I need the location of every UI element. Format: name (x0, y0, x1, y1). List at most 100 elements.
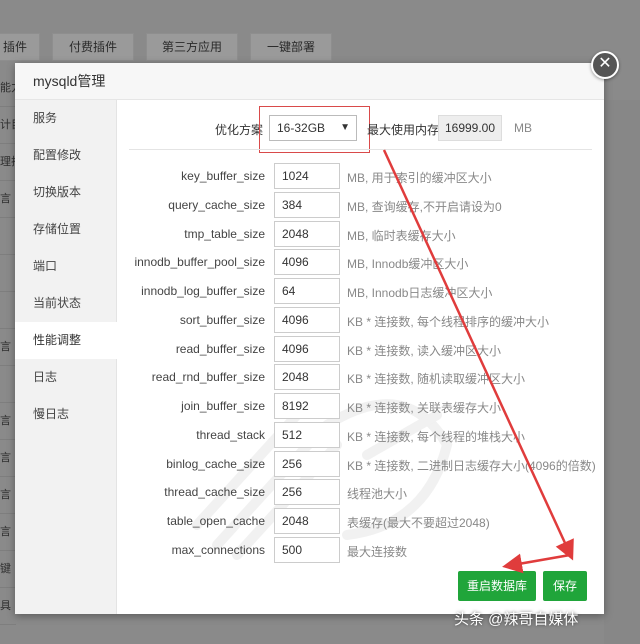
param-name: innodb_log_buffer_size (141, 284, 265, 298)
background-sidebar: 能力 计目 理排 言 言 言 言 言 言 键 具 (0, 70, 16, 625)
param-row: query_cache_size 384 MB, 查询缓存,不开启请设为0 (117, 191, 604, 220)
param-input[interactable]: 512 (274, 421, 340, 448)
background-sidebar-item: 言 (0, 514, 16, 551)
watermark-text: 头条 @辣哥自媒体 (454, 611, 579, 628)
param-row: key_buffer_size 1024 MB, 用于索引的缓冲区大小 (117, 162, 604, 191)
param-description: KB * 连接数, 每个线程排序的缓冲大小 (347, 314, 550, 329)
background-sidebar-item: 理排 (0, 144, 16, 181)
param-input[interactable]: 256 (274, 450, 340, 477)
param-row: tmp_table_size 2048 MB, 临时表缓存大小 (117, 220, 604, 249)
param-description: MB, Innodb缓冲区大小 (347, 257, 469, 272)
nav-item-storage[interactable]: 存储位置 (15, 211, 116, 248)
param-row: innodb_log_buffer_size 64 MB, Innodb日志缓冲… (117, 277, 604, 306)
dialog-side-nav: 服务 配置修改 切换版本 存储位置 端口 当前状态 性能调整 日志 慢日志 (15, 100, 117, 614)
param-row: innodb_buffer_pool_size 4096 MB, Innodb缓… (117, 248, 604, 277)
restart-database-button[interactable]: 重启数据库 (458, 571, 536, 601)
nav-item-service[interactable]: 服务 (15, 100, 116, 137)
background-sidebar-item: 键 (0, 551, 16, 588)
param-row: join_buffer_size 8192 KB * 连接数, 关联表缓存大小 (117, 392, 604, 421)
param-name: table_open_cache (166, 514, 265, 528)
param-input[interactable]: 2048 (274, 220, 340, 247)
background-sidebar-item: 言 (0, 477, 16, 514)
param-row: thread_cache_size 256 线程池大小 (117, 478, 604, 507)
param-name: key_buffer_size (181, 169, 265, 183)
background-sidebar-item: 计目 (0, 107, 16, 144)
param-input[interactable]: 64 (274, 278, 340, 304)
nav-item-log[interactable]: 日志 (15, 359, 116, 396)
divider (129, 149, 592, 150)
param-input[interactable]: 256 (274, 479, 340, 506)
param-name: binlog_cache_size (166, 456, 265, 471)
param-description: KB * 连接数, 读入缓冲区大小 (347, 343, 502, 358)
nav-item-slow-log[interactable]: 慢日志 (15, 396, 116, 433)
param-input[interactable]: 500 (274, 536, 340, 563)
param-row: max_connections 500 最大连接数 (117, 536, 604, 565)
param-name: thread_cache_size (164, 485, 265, 500)
background-tab: 一键部署 (250, 33, 332, 61)
param-row: sort_buffer_size 4096 KB * 连接数, 每个线程排序的缓… (117, 306, 604, 335)
background-tab-bar: 插件 付费插件 第三方应用 一键部署 (0, 30, 640, 62)
background-sidebar-item: 具 (0, 588, 16, 625)
background-sidebar-item: 言 (0, 181, 16, 218)
max-memory-label: 最大使用内存 (367, 123, 440, 137)
background-sidebar-item: 言 (0, 440, 16, 477)
background-sidebar-item: 言 (0, 329, 16, 366)
nav-item-port[interactable]: 端口 (15, 248, 116, 285)
param-input[interactable]: 4096 (274, 249, 340, 276)
nav-item-status[interactable]: 当前状态 (15, 285, 116, 322)
background-sidebar-item (0, 255, 16, 292)
param-description: MB, 临时表缓存大小 (347, 228, 456, 243)
param-row: table_open_cache 2048 表缓存(最大不要超过2048) (117, 507, 604, 536)
param-description: 线程池大小 (347, 487, 408, 502)
mysql-manage-dialog: mysqld管理 服务 配置修改 切换版本 存储位置 端口 当前状态 性能调整 … (15, 63, 604, 614)
param-name: tmp_table_size (184, 226, 265, 241)
param-name: read_buffer_size (175, 341, 265, 356)
param-name: query_cache_size (168, 197, 265, 212)
scheme-label: 优化方案 (215, 123, 264, 137)
param-description: KB * 连接数, 每个线程的堆栈大小 (347, 429, 526, 444)
param-row: binlog_cache_size 256 KB * 连接数, 二进制日志缓存大… (117, 450, 604, 479)
max-memory-field: 16999.00 (438, 115, 502, 141)
background-sidebar-item: 言 (0, 403, 16, 440)
param-description: KB * 连接数, 关联表缓存大小 (347, 401, 502, 415)
background-tab: 第三方应用 (146, 33, 238, 61)
param-row: read_rnd_buffer_size 2048 KB * 连接数, 随机读取… (117, 363, 604, 392)
max-memory-unit: MB (514, 121, 532, 135)
param-description: MB, Innodb日志缓冲区大小 (347, 286, 493, 300)
background-tab: 付费插件 (52, 33, 134, 61)
param-list: key_buffer_size 1024 MB, 用于索引的缓冲区大小 quer… (117, 162, 604, 565)
nav-item-performance[interactable]: 性能调整 (15, 322, 117, 359)
param-input[interactable]: 384 (274, 191, 340, 218)
param-name: join_buffer_size (181, 399, 265, 413)
param-name: max_connections (171, 542, 265, 557)
nav-item-config[interactable]: 配置修改 (15, 137, 116, 174)
param-name: read_rnd_buffer_size (151, 370, 265, 385)
scheme-row: 优化方案 16-32GB ▼ 最大使用内存 16999.00 MB (117, 106, 604, 153)
background-right-panel (604, 100, 640, 644)
param-input[interactable]: 4096 (274, 306, 340, 333)
param-input[interactable]: 4096 (274, 335, 340, 362)
background-tab: 插件 (0, 33, 40, 61)
close-icon[interactable]: ✕ (591, 51, 619, 79)
param-description: KB * 连接数, 二进制日志缓存大小(4096的倍数) (347, 458, 596, 473)
param-input[interactable]: 8192 (274, 393, 340, 419)
param-name: thread_stack (196, 427, 265, 442)
background-sidebar-item (0, 292, 16, 329)
param-input[interactable]: 1024 (274, 163, 340, 189)
highlight-box (259, 106, 370, 153)
dialog-title: mysqld管理 (15, 63, 604, 100)
param-row: read_buffer_size 4096 KB * 连接数, 读入缓冲区大小 (117, 335, 604, 364)
background-sidebar-item (0, 218, 16, 255)
param-input[interactable]: 2048 (274, 508, 340, 534)
param-input[interactable]: 2048 (274, 364, 340, 391)
param-description: MB, 用于索引的缓冲区大小 (347, 171, 492, 185)
nav-item-switch-version[interactable]: 切换版本 (15, 174, 116, 211)
param-row: thread_stack 512 KB * 连接数, 每个线程的堆栈大小 (117, 421, 604, 450)
param-name: innodb_buffer_pool_size (134, 255, 265, 270)
background-sidebar-item: 能力 (0, 70, 16, 107)
save-button[interactable]: 保存 (543, 571, 587, 601)
param-description: KB * 连接数, 随机读取缓冲区大小 (347, 372, 526, 387)
param-description: MB, 查询缓存,不开启请设为0 (347, 199, 502, 214)
param-name: sort_buffer_size (179, 312, 265, 327)
performance-panel: 优化方案 16-32GB ▼ 最大使用内存 16999.00 MB key_bu… (117, 100, 604, 614)
